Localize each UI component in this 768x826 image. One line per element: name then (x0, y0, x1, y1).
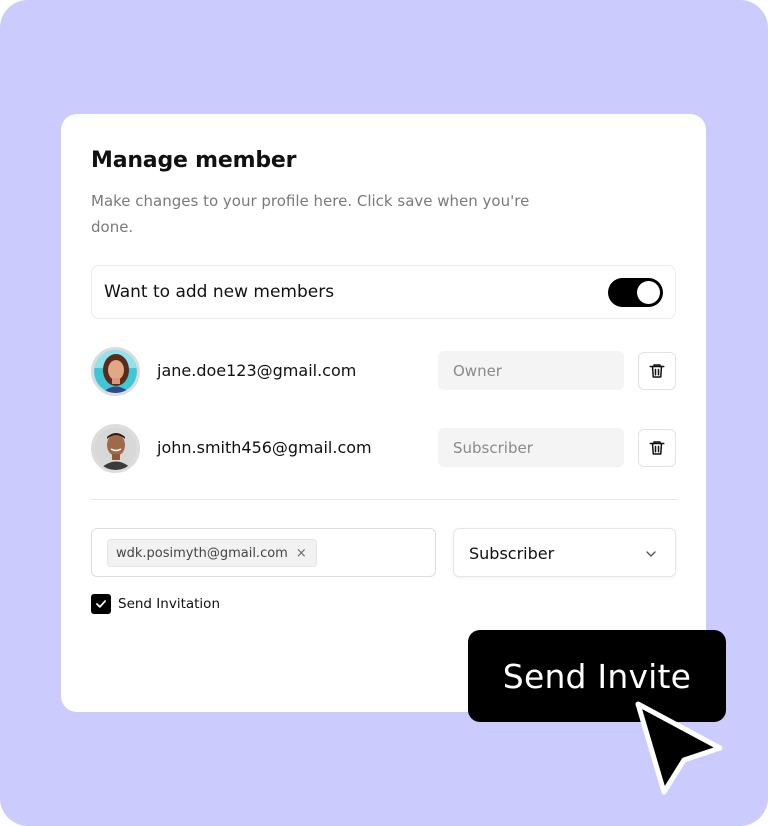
toggle-knob (637, 281, 660, 304)
member-email: john.smith456@gmail.com (157, 438, 372, 457)
avatar-jane (91, 347, 140, 396)
avatar-john (91, 424, 140, 473)
member-row: jane.doe123@gmail.com Owner (91, 345, 676, 397)
check-icon (96, 600, 106, 608)
member-role-field[interactable]: Owner (438, 351, 624, 390)
woman-avatar-icon (94, 350, 137, 393)
email-chip-label: wdk.posimyth@gmail.com (116, 546, 288, 561)
add-members-toggle-switch[interactable] (608, 278, 663, 307)
member-role-field[interactable]: Subscriber (438, 428, 624, 467)
manage-member-card: Manage member Make changes to your profi… (61, 114, 706, 712)
add-members-toggle-row: Want to add new members (91, 265, 676, 319)
invite-role-value: Subscriber (469, 544, 555, 563)
chevron-down-icon (646, 551, 656, 557)
send-invitation-checkbox[interactable] (91, 594, 111, 614)
card-description: Make changes to your profile here. Click… (91, 192, 530, 236)
cursor-pointer-icon (635, 701, 723, 795)
section-divider (91, 499, 678, 500)
delete-member-button[interactable] (638, 429, 676, 467)
delete-member-button[interactable] (638, 352, 676, 390)
man-avatar-icon (94, 427, 137, 470)
send-invitation-label: Send Invitation (118, 596, 220, 612)
member-row: john.smith456@gmail.com Subscriber (91, 422, 676, 474)
trash-icon (649, 364, 665, 378)
invite-email-input[interactable]: wdk.posimyth@gmail.com × (91, 528, 436, 577)
email-chip: wdk.posimyth@gmail.com × (107, 539, 317, 567)
card-title: Manage member (91, 148, 297, 173)
background-canvas: Manage member Make changes to your profi… (0, 0, 768, 826)
trash-icon (649, 441, 665, 455)
add-members-toggle-label: Want to add new members (104, 282, 335, 302)
invite-role-select[interactable]: Subscriber (453, 528, 676, 577)
close-icon[interactable]: × (296, 546, 307, 566)
member-email: jane.doe123@gmail.com (157, 361, 357, 380)
